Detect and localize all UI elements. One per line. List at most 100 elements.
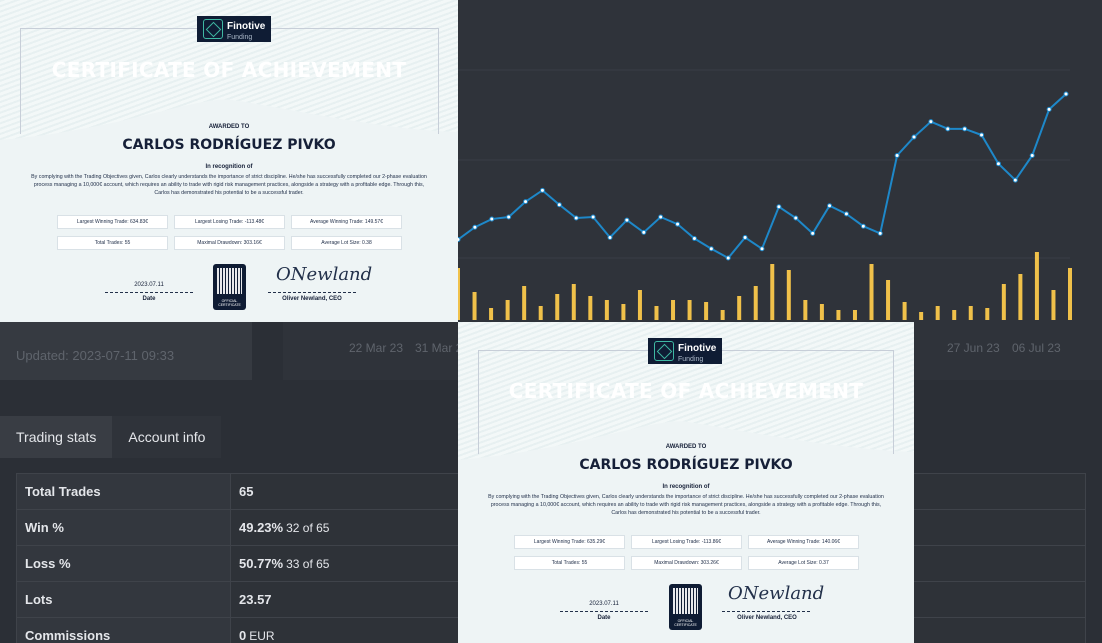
- balance-point: [911, 134, 917, 140]
- balance-point: [624, 217, 630, 223]
- qr-code-badge: OFFICIAL CERTIFICATE: [213, 264, 246, 310]
- balance-point: [573, 215, 579, 221]
- chart-grid: [458, 69, 1070, 259]
- volume-bar: [1018, 274, 1023, 320]
- certificate-image: Finotive Funding CERTIFICATE OF ACHIEVEME…: [458, 322, 914, 643]
- balance-point: [995, 161, 1001, 167]
- balance-point: [1046, 106, 1052, 112]
- volume-bar: [836, 310, 841, 320]
- stat-value: 50.77%: [239, 556, 284, 571]
- ceo-name: Oliver Newland, CEO: [282, 296, 342, 302]
- balance-point: [523, 199, 529, 205]
- signature-line: [268, 292, 356, 293]
- balance-point: [489, 216, 495, 222]
- balance-point: [928, 119, 934, 125]
- stat-value: 0: [239, 628, 247, 643]
- balance-point: [539, 187, 545, 193]
- balance-point: [641, 229, 647, 235]
- x-tick-label: 27 Jun 23: [947, 341, 1000, 355]
- logo-sub: Funding: [678, 356, 704, 363]
- stat-label: Lots: [16, 581, 231, 618]
- qr-label: OFFICIAL CERTIFICATE: [218, 299, 241, 307]
- cert-stat: Total Trades: 55: [514, 556, 625, 570]
- volume-bar: [588, 296, 593, 320]
- ceo-signature: ONewland: [276, 264, 373, 285]
- volume-bar: [687, 300, 692, 320]
- recognition-label: In recognition of: [205, 164, 253, 170]
- balance-chart: [458, 69, 1072, 320]
- balance-line: [458, 93, 1067, 260]
- balance-point: [472, 224, 478, 230]
- finotive-logo: Finotive Funding: [197, 16, 272, 42]
- date-line: [560, 611, 648, 612]
- screen: Updated: 2023-07-11 09:33 22 Mar 23 31 M…: [0, 0, 1102, 643]
- balance-point: [877, 230, 883, 236]
- recipient-name: CARLOS RODRÍGUEZ PIVKO: [579, 457, 793, 473]
- certificate-date: 2023.07.11: [589, 601, 619, 607]
- volume-bar: [869, 264, 874, 320]
- volume-bar: [919, 312, 924, 320]
- balance-point: [945, 126, 951, 132]
- balance-point: [607, 235, 613, 240]
- volume-bar: [1001, 284, 1006, 320]
- volume-bar: [472, 292, 477, 320]
- balance-point: [1063, 91, 1069, 97]
- qr-label: OFFICIAL CERTIFICATE: [674, 619, 697, 627]
- tab-account-info[interactable]: Account info: [112, 416, 222, 458]
- certificate-body-text: By complying with the Trading Objectives…: [31, 174, 427, 196]
- stat-label: Commissions: [16, 617, 231, 643]
- date-label: Date: [142, 296, 156, 302]
- cert-stat: Maximal Drawdown: 303.26€: [631, 556, 742, 570]
- qr-code-badge: OFFICIAL CERTIFICATE: [669, 584, 702, 630]
- volume-bar: [671, 300, 676, 320]
- volume-bars: [458, 252, 1072, 320]
- volume-bar: [935, 306, 940, 320]
- x-tick-label: 06 Jul 23: [1012, 341, 1061, 355]
- volume-bar: [571, 284, 576, 320]
- volume-bar: [753, 286, 758, 320]
- balance-point: [675, 221, 681, 227]
- volume-bar: [852, 310, 857, 320]
- qr-code-icon: [217, 268, 242, 294]
- volume-bar: [819, 304, 824, 320]
- stat-label: Total Trades: [16, 473, 231, 510]
- volume-bar: [505, 300, 510, 320]
- volume-bar: [720, 310, 725, 320]
- stat-sub: EUR: [249, 629, 275, 643]
- volume-bar: [1034, 252, 1039, 320]
- volume-bar: [985, 308, 990, 320]
- balance-point: [962, 126, 968, 132]
- volume-bar: [654, 306, 659, 320]
- cert-stat: Largest Winning Trade: 634.83€: [57, 215, 168, 229]
- volume-bar: [489, 308, 494, 320]
- date-label: Date: [597, 615, 611, 621]
- balance-point: [556, 202, 562, 208]
- x-tick-label: 22 Mar 23: [349, 341, 404, 355]
- balance-point: [691, 236, 697, 242]
- cert-stat: Largest Losing Trade: -113.48€: [174, 215, 285, 229]
- balance-point: [742, 235, 748, 240]
- tab-trading-stats[interactable]: Trading stats: [0, 416, 113, 458]
- finotive-logo: Finotive Funding: [648, 338, 723, 364]
- finotive-logo-icon: [203, 19, 223, 39]
- certificate-date: 2023.07.11: [134, 282, 164, 288]
- balance-point: [860, 223, 866, 229]
- ceo-signature: ONewland: [728, 583, 825, 604]
- certificate-body-text: By complying with the Trading Objectives…: [488, 494, 884, 516]
- balance-points: [458, 91, 1069, 261]
- logo-name: Finotive: [678, 343, 717, 354]
- balance-point: [458, 237, 461, 243]
- cert-stat: Average Lot Size: 0.37: [748, 556, 859, 570]
- cert-stat: Total Trades: 55: [57, 236, 168, 250]
- certificate-image: Finotive Funding CERTIFICATE OF ACHIEVEME…: [0, 0, 458, 322]
- awarded-to-label: AWARDED TO: [208, 124, 250, 130]
- balance-point: [827, 203, 833, 209]
- volume-bar: [803, 300, 808, 320]
- volume-bar: [458, 268, 460, 320]
- volume-bar: [637, 290, 642, 320]
- cert-stat: Maximal Drawdown: 303.16€: [174, 236, 285, 250]
- recognition-label: In recognition of: [662, 484, 710, 490]
- certificate-title: CERTIFICATE OF ACHIEVEMENT: [51, 58, 407, 82]
- balance-point: [776, 204, 782, 210]
- balance-point: [894, 153, 900, 158]
